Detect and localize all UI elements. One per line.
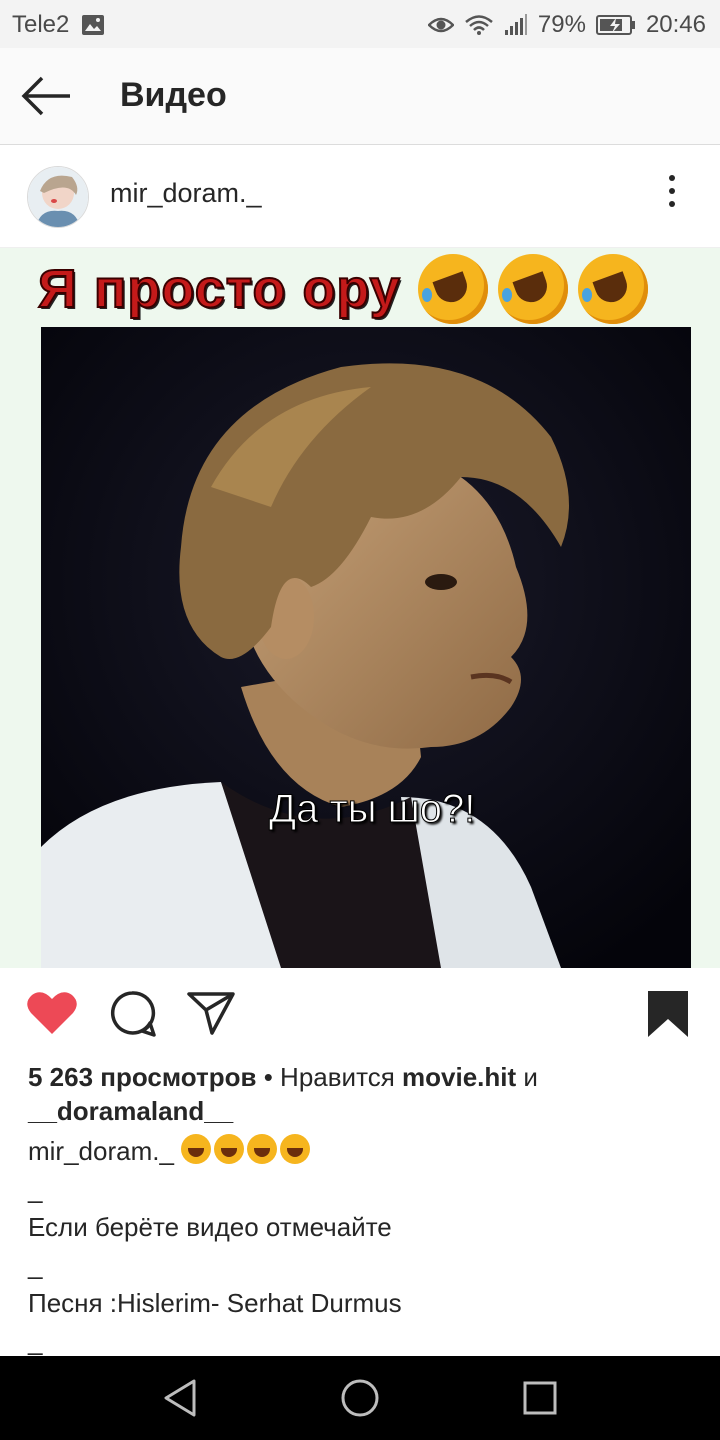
post-header: mir_doram._ xyxy=(0,145,720,248)
caption-emojis xyxy=(181,1134,313,1166)
video-player[interactable]: Я просто ору Да ты шо?! xyxy=(0,248,720,968)
circle-home-icon xyxy=(340,1379,380,1422)
avatar[interactable] xyxy=(27,166,89,228)
battery-percent: 79% xyxy=(537,11,586,38)
more-vertical-icon xyxy=(669,175,675,181)
caption-text-line: _ xyxy=(28,1174,43,1204)
square-recents-icon xyxy=(522,1381,558,1422)
liked-by-user-1[interactable]: movie.hit xyxy=(402,1062,516,1092)
battery-charging-icon xyxy=(595,14,636,36)
caption-text-line: _ xyxy=(28,1326,43,1356)
signal-icon xyxy=(504,14,528,36)
wifi-icon xyxy=(464,14,494,36)
send-icon xyxy=(186,992,236,1040)
app-header: Видео xyxy=(0,48,720,145)
more-dot xyxy=(669,201,675,207)
eye-comfort-icon xyxy=(427,15,454,35)
caption-text-line: Если берёте видео отмечайте xyxy=(28,1212,392,1242)
liked-by-line-2: __doramaland__ xyxy=(28,1094,698,1128)
caption-username[interactable]: mir_doram._ xyxy=(28,1136,174,1166)
post-actions xyxy=(0,968,720,1058)
laughing-emoji-icon xyxy=(418,254,488,324)
post-username[interactable]: mir_doram._ xyxy=(110,178,262,209)
back-button[interactable] xyxy=(20,74,74,118)
nav-home-button[interactable] xyxy=(340,1378,380,1423)
caption-line: mir_doram._ xyxy=(28,1134,698,1168)
laughing-emoji-icon xyxy=(280,1134,311,1164)
nav-recents-button[interactable] xyxy=(522,1378,558,1423)
nav-back-button[interactable] xyxy=(162,1378,198,1423)
video-subtitle-text: Да ты шо?! xyxy=(268,787,476,832)
laughing-emoji-icon xyxy=(498,254,568,324)
heart-icon xyxy=(26,992,78,1040)
triangle-back-icon xyxy=(162,1379,198,1422)
video-still-image xyxy=(41,327,691,968)
system-nav-bar xyxy=(0,1356,720,1440)
more-dot xyxy=(669,188,675,194)
views-count[interactable]: 5 263 просмотров xyxy=(28,1062,256,1092)
more-options-button[interactable] xyxy=(660,175,684,215)
carrier-label: Tele2 xyxy=(12,11,70,38)
post-info: 5 263 просмотров • Нравится movie.hit и … xyxy=(28,1060,698,1358)
video-emoji-group xyxy=(418,254,648,324)
comment-icon xyxy=(108,991,156,1042)
video-frame: Да ты шо?! xyxy=(41,327,691,968)
laughing-emoji-icon xyxy=(247,1134,278,1164)
like-button[interactable] xyxy=(26,990,78,1041)
laughing-emoji-icon xyxy=(181,1134,212,1164)
likes-prefix: • Нравится xyxy=(263,1062,395,1092)
clock: 20:46 xyxy=(645,11,706,38)
laughing-emoji-icon xyxy=(214,1134,245,1164)
caption-text-line: _ xyxy=(28,1250,43,1280)
caption-text-line: Песня :Hislerim- Serhat Durmus xyxy=(28,1288,402,1318)
views-line: 5 263 просмотров • Нравится movie.hit и xyxy=(28,1060,698,1094)
gallery-notification-icon xyxy=(81,14,105,36)
comment-button[interactable] xyxy=(108,990,156,1043)
likes-and: и xyxy=(523,1062,538,1092)
status-bar: Tele2 79% 20:46 xyxy=(0,0,720,48)
bookmark-icon xyxy=(646,991,690,1042)
liked-by-user-2[interactable]: __doramaland__ xyxy=(28,1096,233,1126)
save-button[interactable] xyxy=(646,990,690,1043)
video-caption-text: Я просто ору xyxy=(37,258,401,320)
laughing-emoji-icon xyxy=(578,254,648,324)
arrow-left-icon xyxy=(20,76,74,122)
share-button[interactable] xyxy=(186,990,236,1041)
page-title: Видео xyxy=(120,76,227,114)
